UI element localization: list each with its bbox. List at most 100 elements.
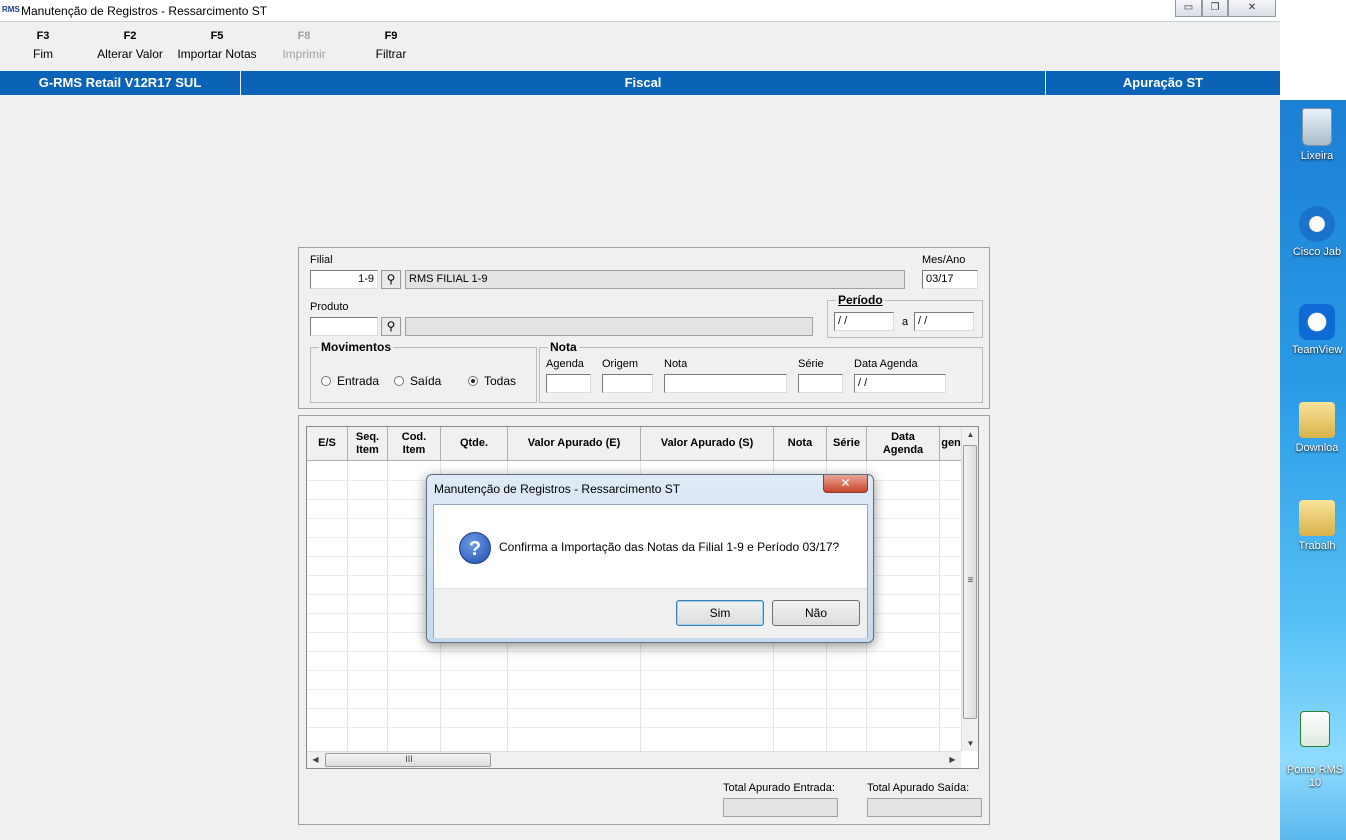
column-header-seq-item[interactable]: Seq. Item bbox=[348, 427, 388, 461]
desktop-icon-teamviewer[interactable]: TeamView bbox=[1282, 304, 1346, 356]
origem-field[interactable] bbox=[602, 374, 653, 393]
desktop-icon-label: Downloa bbox=[1295, 442, 1339, 454]
column-header-valor-apurado-e[interactable]: Valor Apurado (E) bbox=[508, 427, 641, 461]
cisco-jabber-icon bbox=[1299, 206, 1335, 242]
row-line bbox=[307, 670, 961, 671]
row-line bbox=[307, 651, 961, 652]
binoculars-icon: ⚲ bbox=[386, 319, 396, 333]
radio-todas[interactable]: Todas bbox=[468, 374, 516, 388]
scroll-right-icon[interactable]: ▶ bbox=[945, 755, 960, 764]
filial-name-field: RMS FILIAL 1-9 bbox=[405, 270, 905, 289]
column-header-valor-apurado-s[interactable]: Valor Apurado (S) bbox=[641, 427, 774, 461]
row-line bbox=[307, 727, 961, 728]
desktop-icon-ponto-rms[interactable]: Ponto RMS 10 bbox=[1280, 698, 1346, 790]
minimize-button[interactable]: ▭ bbox=[1175, 0, 1202, 17]
radio-entrada[interactable]: Entrada bbox=[321, 374, 379, 388]
mes-ano-label: Mes/Ano bbox=[922, 254, 966, 266]
desktop-icon-label: Ponto RMS 10 bbox=[1286, 764, 1344, 789]
origem-label: Origem bbox=[602, 358, 639, 370]
agenda-field[interactable] bbox=[546, 374, 591, 393]
toolbar-label: Alterar Valor bbox=[97, 47, 163, 61]
data-agenda-label: Data Agenda bbox=[854, 358, 918, 370]
toolbar-filtrar-button[interactable]: F9 Filtrar bbox=[366, 30, 416, 61]
column-header-data-agenda[interactable]: Data Agenda bbox=[867, 427, 940, 461]
nota-field[interactable] bbox=[664, 374, 787, 393]
desktop-icon-work-folder[interactable]: Trabalh bbox=[1282, 500, 1346, 552]
dialog-title: Manutenção de Registros - Ressarcimento … bbox=[434, 482, 681, 496]
nota-title: Nota bbox=[548, 340, 579, 354]
row-line bbox=[307, 689, 961, 690]
dialog-close-button[interactable]: ✕ bbox=[823, 475, 868, 493]
total-saida-field bbox=[867, 798, 982, 817]
desktop-icon-label: Trabalh bbox=[1298, 540, 1336, 552]
data-agenda-field[interactable]: / / bbox=[854, 374, 946, 393]
produto-description-field bbox=[405, 317, 813, 336]
sim-button[interactable]: Sim bbox=[676, 600, 764, 626]
column-header-cod-item[interactable]: Cod. Item bbox=[388, 427, 441, 461]
radio-label: Todas bbox=[484, 374, 517, 388]
filial-field[interactable]: 1-9 bbox=[310, 270, 378, 289]
column-header-nota[interactable]: Nota bbox=[774, 427, 827, 461]
recycle-bin-icon bbox=[1302, 108, 1332, 146]
column-header-serie[interactable]: Série bbox=[827, 427, 867, 461]
scroll-down-icon[interactable]: ▼ bbox=[963, 739, 978, 748]
periodo-start-field[interactable]: / / bbox=[834, 312, 894, 331]
periodo-group: Período / / a / / bbox=[827, 293, 983, 338]
filial-label: Filial bbox=[310, 254, 333, 266]
app-icon: RMS bbox=[2, 5, 20, 14]
toolbar-fim-button[interactable]: F3 Fim bbox=[18, 30, 68, 61]
movimentos-group: Movimentos Entrada Saída Todas bbox=[310, 340, 537, 403]
toolbar-label: Imprimir bbox=[282, 47, 326, 61]
function-key: F2 bbox=[123, 30, 137, 42]
toolbar-importar-notas-button[interactable]: F5 Importar Notas bbox=[174, 30, 260, 61]
radio-button bbox=[394, 376, 404, 386]
total-entrada-field bbox=[723, 798, 838, 817]
periodo-title: Período bbox=[836, 293, 885, 307]
desktop-icon-recycle-bin[interactable]: Lixeira bbox=[1282, 108, 1346, 162]
periodo-end-field[interactable]: / / bbox=[914, 312, 974, 331]
downloads-folder-icon bbox=[1299, 402, 1335, 438]
column-header-es[interactable]: E/S bbox=[307, 427, 348, 461]
radio-button-selected bbox=[468, 376, 478, 386]
scroll-left-icon[interactable]: ◀ bbox=[308, 755, 323, 764]
toolbar-label: Fim bbox=[33, 47, 53, 61]
desktop-icon-cisco-jabber[interactable]: Cisco Jab bbox=[1282, 206, 1346, 258]
question-icon: ? bbox=[459, 532, 491, 564]
column-header-qtde[interactable]: Qtde. bbox=[441, 427, 508, 461]
toolbar-alterar-valor-button[interactable]: F2 Alterar Valor bbox=[96, 30, 164, 61]
desktop-area: Lixeira Cisco Jab TeamView Downloa Traba… bbox=[1280, 0, 1346, 840]
filter-panel: Filial 1-9 ⚲ RMS FILIAL 1-9 Mes/Ano 03/1… bbox=[298, 247, 990, 409]
filial-search-button[interactable]: ⚲ bbox=[381, 270, 401, 289]
restore-button[interactable]: ❐ bbox=[1202, 0, 1228, 17]
radio-label: Saída bbox=[410, 374, 442, 388]
dialog-message: Confirma a Importação das Notas da Filia… bbox=[499, 540, 840, 554]
module-name: Fiscal bbox=[241, 71, 1046, 95]
scroll-up-icon[interactable]: ▲ bbox=[963, 430, 978, 439]
desktop-icon-label: Cisco Jab bbox=[1292, 246, 1342, 258]
total-saida-label: Total Apurado Saída: bbox=[867, 782, 970, 794]
produto-label: Produto bbox=[310, 301, 349, 313]
radio-saida[interactable]: Saída bbox=[394, 374, 441, 388]
scroll-grip-icon: III bbox=[405, 754, 413, 764]
toolbar-imprimir-button[interactable]: F8 Imprimir bbox=[276, 30, 332, 61]
desktop-icon-label: TeamView bbox=[1291, 344, 1343, 356]
produto-field[interactable] bbox=[310, 317, 378, 336]
nota-label: Nota bbox=[664, 358, 688, 370]
radio-button bbox=[321, 376, 331, 386]
serie-field[interactable] bbox=[798, 374, 843, 393]
produto-search-button[interactable]: ⚲ bbox=[381, 317, 401, 336]
vertical-scrollbar[interactable]: ▲ ≡ ▼ bbox=[961, 427, 978, 751]
desktop-icon-downloads[interactable]: Downloa bbox=[1282, 402, 1346, 454]
work-folder-icon bbox=[1299, 500, 1335, 536]
screen-name: Apuração ST bbox=[1122, 75, 1204, 90]
nota-group: Nota Agenda Origem Nota Série Data Agend… bbox=[539, 340, 983, 403]
nao-button[interactable]: Não bbox=[772, 600, 860, 626]
mes-ano-field[interactable]: 03/17 bbox=[922, 270, 978, 289]
movimentos-title: Movimentos bbox=[319, 340, 394, 354]
close-window-button[interactable]: ✕ bbox=[1228, 0, 1276, 17]
title-bar: RMS Manutenção de Registros - Ressarcime… bbox=[0, 0, 1280, 22]
dialog-body: ? Confirma a Importação das Notas da Fil… bbox=[433, 504, 868, 638]
column-header-agenda-partial[interactable]: gen bbox=[940, 427, 963, 461]
toolbar-label: Filtrar bbox=[375, 47, 407, 61]
horizontal-scrollbar[interactable]: ◀ III ▶ bbox=[307, 751, 961, 768]
